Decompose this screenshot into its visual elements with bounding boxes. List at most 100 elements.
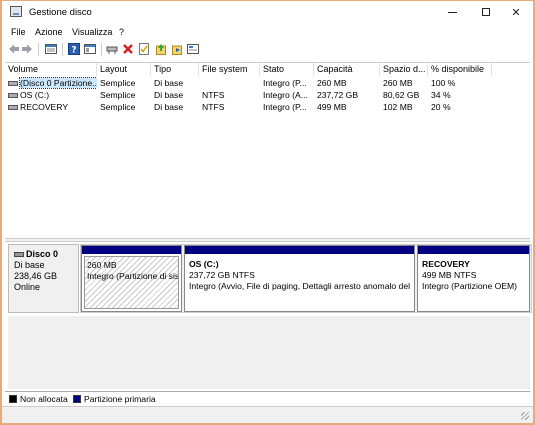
cell-tipo: Di base — [154, 102, 184, 112]
table-row[interactable]: RECOVERY Semplice Di base NTFS Integro (… — [5, 101, 530, 113]
volume-icon — [8, 81, 18, 87]
close-icon: ✕ — [511, 6, 521, 19]
cell-capacita: 237,72 GB — [317, 90, 359, 100]
close-button[interactable]: ✕ — [499, 1, 533, 23]
menu-azione[interactable]: Azione — [35, 27, 63, 37]
toolbar-separator — [62, 43, 63, 56]
status-bar — [2, 406, 533, 423]
column-header-layout[interactable]: Layout — [97, 63, 151, 76]
cell-percent: 100 % — [431, 78, 456, 88]
cell-layout: Semplice — [100, 78, 136, 88]
partition-title: OS (C:) — [189, 259, 219, 269]
partition-efi[interactable]: 260 MB Integro (Partizione di sistema EF… — [81, 245, 182, 312]
volume-icon — [8, 105, 18, 111]
import-icon[interactable] — [155, 43, 167, 55]
disk-status: Online — [14, 282, 41, 292]
column-header-volume[interactable]: Volume — [5, 63, 97, 76]
cell-file-system — [199, 77, 260, 89]
back-arrow-icon[interactable] — [8, 43, 20, 55]
volume-list: Volume Layout Tipo File system Stato Cap… — [5, 62, 530, 238]
disk-management-window: Gestione disco ✕ File Azione Visualizza … — [0, 0, 535, 425]
legend-label-unallocated: Non allocata — [20, 394, 68, 404]
column-header-spazio-disponibile[interactable]: Spazio d... — [380, 63, 428, 76]
help-icon[interactable]: ? — [68, 43, 80, 55]
cell-stato: Integro (P... — [263, 78, 307, 88]
table-row[interactable]: (Disco 0 Partizione... Semplice Di base … — [5, 77, 530, 89]
list-view-icon[interactable] — [45, 43, 57, 55]
cell-file-system: NTFS — [202, 90, 225, 100]
cell-spazio: 102 MB — [383, 102, 413, 112]
menu-help[interactable]: ? — [119, 27, 124, 37]
partition-size: 499 MB NTFS — [422, 270, 477, 280]
cell-tipo: Di base — [154, 90, 184, 100]
volume-name: RECOVERY — [20, 102, 69, 112]
cell-volume: (Disco 0 Partizione... — [5, 77, 97, 89]
menu-file[interactable]: File — [11, 27, 26, 37]
minimize-icon — [447, 11, 457, 13]
legend-label-primary: Partizione primaria — [84, 394, 156, 404]
column-header-capacita[interactable]: Capacità — [314, 63, 380, 76]
check-icon[interactable] — [138, 43, 150, 55]
volume-name: OS (C:) — [20, 90, 50, 100]
cell-capacita: 260 MB — [317, 78, 347, 88]
disk-icon — [14, 252, 24, 258]
disk-0-info[interactable]: Disco 0 Di base 238,46 GB Online — [8, 244, 79, 313]
partition-status: Integro (Avvio, File di paging, Dettagli… — [189, 281, 412, 291]
menu-bar: File Azione Visualizza ? — [2, 25, 533, 40]
export-icon[interactable] — [171, 43, 183, 55]
window-title: Gestione disco — [29, 7, 92, 18]
partition-status: Integro (Partizione di sistema EFI) — [87, 271, 179, 281]
cell-stato: Integro (P... — [263, 102, 307, 112]
cell-layout: Semplice — [100, 90, 136, 100]
cell-layout: Semplice — [100, 102, 136, 112]
title-bar[interactable]: Gestione disco ✕ — [2, 1, 533, 23]
forward-arrow-icon[interactable] — [21, 43, 33, 55]
partition-os-c[interactable]: OS (C:) 237,72 GB NTFS Integro (Avvio, F… — [184, 245, 415, 312]
partition-color-bar — [185, 246, 414, 254]
svg-text:?: ? — [71, 46, 76, 56]
properties-icon[interactable] — [84, 43, 96, 55]
empty-disk-area — [8, 316, 530, 389]
disk-graphical-view: Disco 0 Di base 238,46 GB Online 260 MB … — [5, 242, 532, 391]
minimize-button[interactable] — [435, 1, 469, 23]
disk-management-app-icon — [10, 6, 22, 17]
column-header-percent-disponibile[interactable]: % disponibile — [428, 63, 492, 76]
cell-spazio: 80,62 GB — [383, 90, 420, 100]
delete-icon[interactable] — [122, 43, 134, 55]
cell-file-system: NTFS — [202, 102, 225, 112]
maximize-icon — [482, 8, 490, 16]
cell-percent: 34 % — [431, 90, 451, 100]
legend-swatch-unallocated — [9, 395, 17, 403]
disk-type: Di base — [14, 260, 45, 270]
cell-spazio: 260 MB — [383, 78, 413, 88]
partition-color-bar — [418, 246, 529, 254]
table-row[interactable]: OS (C:) Semplice Di base NTFS Integro (A… — [5, 89, 530, 101]
connect-icon[interactable] — [106, 43, 118, 55]
volume-name: (Disco 0 Partizione... — [18, 77, 97, 89]
maximize-button[interactable] — [469, 1, 503, 23]
rescan-icon[interactable] — [187, 43, 199, 55]
volume-icon — [8, 93, 18, 99]
toolbar-separator — [101, 43, 102, 56]
legend-swatch-primary — [73, 395, 81, 403]
partition-size: 237,72 GB NTFS — [189, 270, 255, 280]
menu-visualizza[interactable]: Visualizza — [72, 27, 112, 37]
cell-volume: OS (C:) — [5, 89, 97, 101]
toolbar: ? — [2, 41, 533, 58]
partition-title: RECOVERY — [422, 259, 470, 269]
cell-percent: 20 % — [431, 102, 451, 112]
cell-capacita: 499 MB — [317, 102, 347, 112]
legend: Non allocata Partizione primaria — [5, 391, 530, 405]
column-header-file-system[interactable]: File system — [199, 63, 260, 76]
partition-recovery[interactable]: RECOVERY 499 MB NTFS Integro (Partizione… — [417, 245, 530, 312]
cell-stato: Integro (A... — [263, 90, 308, 100]
partition-color-bar — [82, 246, 181, 254]
column-header-tipo[interactable]: Tipo — [151, 63, 199, 76]
partition-status: Integro (Partizione OEM) — [422, 281, 518, 291]
column-header-stato[interactable]: Stato — [260, 63, 314, 76]
disk-name: Disco 0 — [26, 249, 59, 259]
cell-volume: RECOVERY — [5, 101, 97, 113]
disk-size: 238,46 GB — [14, 271, 58, 281]
resize-grip-icon[interactable] — [521, 412, 529, 420]
toolbar-separator — [38, 43, 39, 56]
